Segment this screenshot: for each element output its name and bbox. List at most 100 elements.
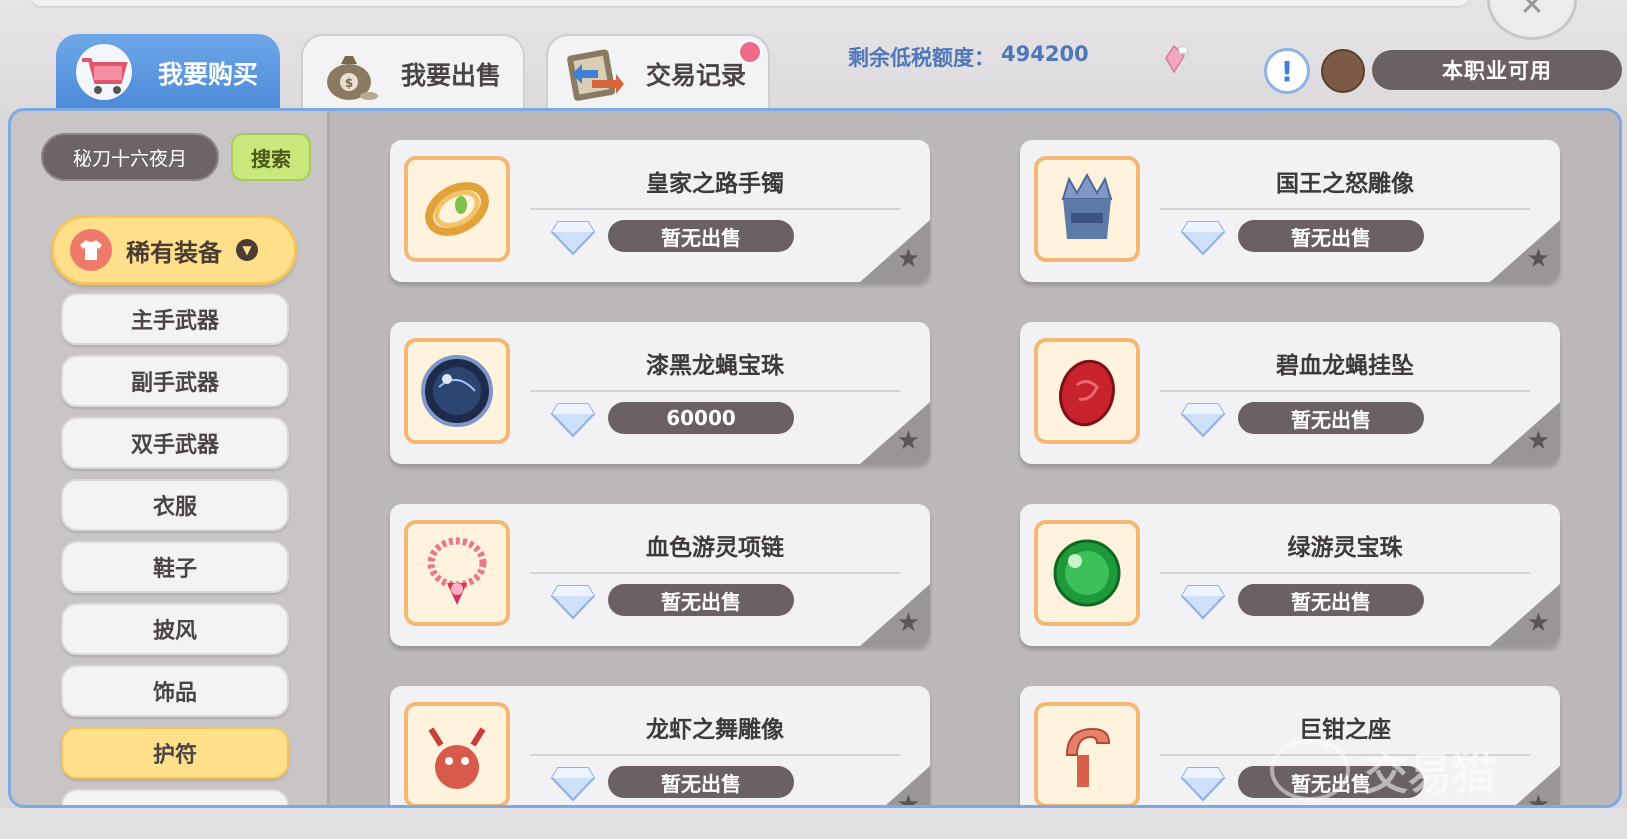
svg-text:$: $ (345, 76, 353, 90)
sidebar-item-off-weapon[interactable]: 副手武器 (61, 355, 289, 407)
notification-badge (738, 40, 762, 64)
diamond-icon (550, 767, 596, 802)
card-divider (530, 390, 900, 392)
price-display: 暂无出售 (1238, 402, 1424, 434)
category-rare-equipment[interactable]: 稀有装备 ▼ (51, 215, 297, 285)
chevron-down-icon: ▼ (236, 239, 258, 261)
sidebar-item-main-weapon[interactable]: 主手武器 (61, 293, 289, 345)
item-name: 皇家之路手镯 (646, 171, 784, 197)
item-card[interactable]: 国王之怒雕像 暂无出售 ★ (1020, 140, 1560, 282)
price-display: 暂无出售 (1238, 584, 1424, 616)
red-pendant-icon (1034, 338, 1140, 444)
close-icon: ✕ (1519, 0, 1545, 23)
info-icon[interactable]: ! (1264, 48, 1310, 94)
card-divider (530, 208, 900, 210)
top-strip (30, 0, 1470, 6)
item-name: 国王之怒雕像 (1276, 171, 1414, 197)
money-bag-icon: $ (313, 42, 385, 106)
watermark-text: 交易猫 (1364, 749, 1496, 800)
bracelet-icon (404, 156, 510, 262)
item-name: 碧血龙蝇挂坠 (1276, 353, 1414, 379)
tab-records[interactable]: 交易记录 (546, 34, 770, 112)
card-divider (530, 572, 900, 574)
diamond-icon (550, 221, 596, 256)
price-value: 暂无出售 (661, 771, 741, 796)
sidebar-item-partial[interactable] (61, 789, 289, 805)
sidebar-item-clothes[interactable]: 衣服 (61, 479, 289, 531)
price-display: 暂无出售 (608, 220, 794, 252)
card-divider (1160, 390, 1530, 392)
diamond-icon (1180, 585, 1226, 620)
crown-statue-icon (1034, 156, 1140, 262)
tab-records-label: 交易记录 (645, 61, 746, 90)
sidebar-item-two-hand-weapon[interactable]: 双手武器 (61, 417, 289, 469)
diamond-icon (550, 585, 596, 620)
favorite-star-icon[interactable]: ★ (1527, 426, 1550, 456)
search-button[interactable]: 搜索 (231, 133, 311, 181)
tax-label-text: 剩余低税额度： (848, 46, 995, 70)
favorite-star-icon[interactable]: ★ (1527, 608, 1550, 638)
diamond-icon (1180, 403, 1226, 438)
tab-buy-label: 我要购买 (157, 60, 258, 89)
dark-orb-icon (404, 338, 510, 444)
shirt-icon (70, 229, 112, 271)
sidebar-item-shoes[interactable]: 鞋子 (61, 541, 289, 593)
diamond-icon (1180, 767, 1226, 802)
card-divider (1160, 208, 1530, 210)
item-card[interactable]: 龙虾之舞雕像 暂无出售 ★ (390, 686, 930, 805)
sidebar-item-label: 饰品 (152, 681, 197, 706)
avatar[interactable] (1321, 49, 1365, 93)
item-name: 血色游灵项链 (646, 535, 784, 561)
tab-sell[interactable]: $ 我要出售 (301, 34, 525, 112)
item-name: 绿游灵宝珠 (1287, 535, 1403, 561)
category-label: 稀有装备 (126, 238, 222, 267)
item-card[interactable]: 皇家之路手镯 暂无出售 ★ (390, 140, 930, 282)
sidebar-item-label: 副手武器 (130, 371, 219, 396)
record-book-icon (558, 42, 630, 106)
price-value: 暂无出售 (661, 589, 741, 614)
price-value: 暂无出售 (1291, 225, 1371, 250)
claw-seat-icon (1034, 702, 1140, 805)
sidebar-item-talisman[interactable]: 护符 (61, 727, 289, 779)
sidebar-item-cloak[interactable]: 披风 (61, 603, 289, 655)
item-name: 漆黑龙蝇宝珠 (646, 353, 784, 379)
price-value: 暂无出售 (1291, 589, 1371, 614)
wing-crystal-icon (1165, 44, 1189, 74)
search-input-value: 秘刀十六夜月 (72, 147, 187, 170)
watermark-logo-icon (1270, 739, 1350, 801)
sidebar-item-label: 披风 (152, 619, 197, 644)
diamond-icon (550, 403, 596, 438)
favorite-star-icon[interactable]: ★ (1527, 244, 1550, 274)
favorite-star-icon[interactable]: ★ (897, 608, 920, 638)
price-value: 60000 (666, 406, 736, 430)
sidebar-divider (327, 111, 330, 805)
price-display: 暂无出售 (1238, 220, 1424, 252)
item-card[interactable]: 血色游灵项链 暂无出售 ★ (390, 504, 930, 646)
favorite-star-icon[interactable]: ★ (897, 790, 920, 805)
favorite-star-icon[interactable]: ★ (897, 244, 920, 274)
favorite-star-icon[interactable]: ★ (1527, 790, 1550, 805)
tab-buy[interactable]: 我要购买 (56, 34, 280, 112)
sidebar-item-label: 主手武器 (130, 309, 219, 334)
shopping-cart-icon (66, 40, 138, 104)
price-display: 暂无出售 (608, 584, 794, 616)
price-display: 60000 (608, 402, 794, 434)
item-card[interactable]: 碧血龙蝇挂坠 暂无出售 ★ (1020, 322, 1560, 464)
item-card[interactable]: 绿游灵宝珠 暂无出售 ★ (1020, 504, 1560, 646)
price-value: 暂无出售 (661, 225, 741, 250)
item-card[interactable]: 漆黑龙蝇宝珠 60000 ★ (390, 322, 930, 464)
card-divider (1160, 572, 1530, 574)
green-orb-icon (1034, 520, 1140, 626)
class-usable-filter-button[interactable]: 本职业可用 (1372, 50, 1622, 90)
sidebar-item-accessory[interactable]: 饰品 (61, 665, 289, 717)
info-icon-glyph: ! (1280, 54, 1294, 88)
necklace-icon (404, 520, 510, 626)
tax-value: 494200 (1001, 42, 1089, 66)
sidebar-item-label: 双手武器 (130, 433, 219, 458)
search-input[interactable]: 秘刀十六夜月 (41, 133, 219, 181)
lobster-statue-icon (404, 702, 510, 805)
card-divider (530, 754, 900, 756)
diamond-icon (1180, 221, 1226, 256)
tab-sell-label: 我要出售 (400, 61, 501, 90)
favorite-star-icon[interactable]: ★ (897, 426, 920, 456)
